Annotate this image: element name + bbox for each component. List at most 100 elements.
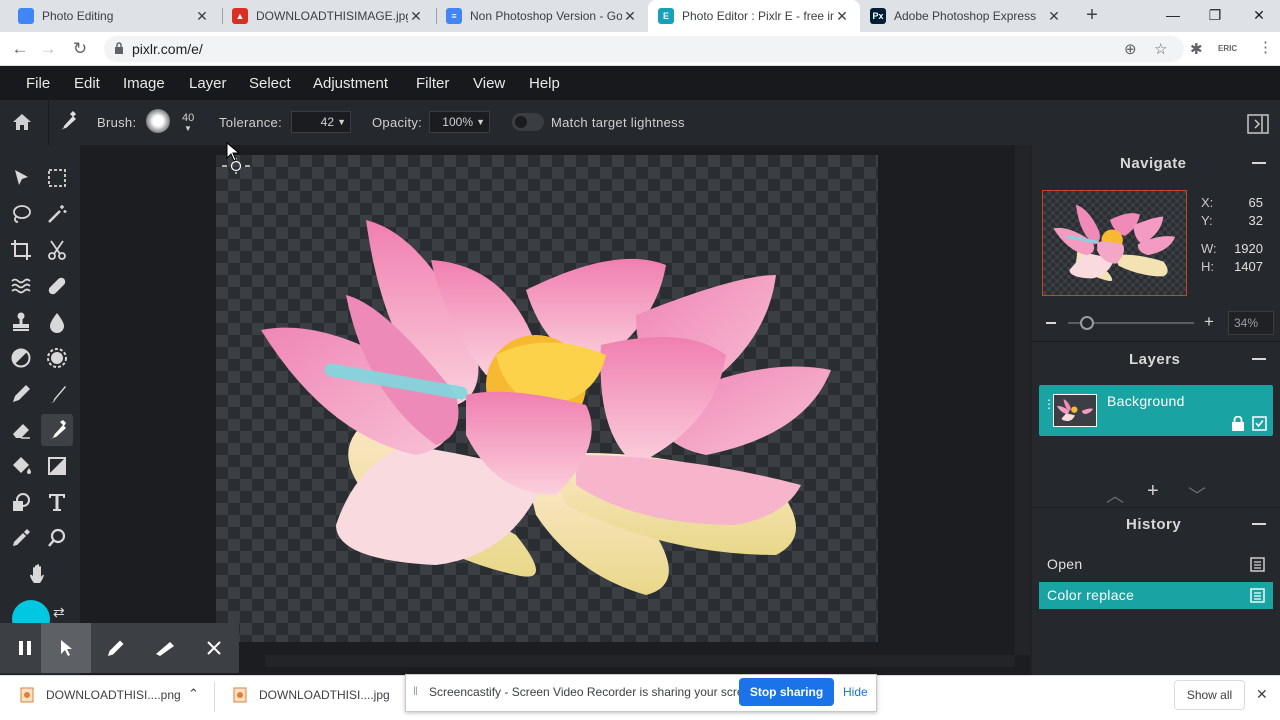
menu-adjustment[interactable]: Adjustment (313, 75, 388, 92)
image-file-icon: ▲ (232, 8, 248, 24)
zoom-tool[interactable] (41, 522, 73, 554)
new-tab-plus-icon[interactable]: + (1080, 4, 1104, 28)
window-close-icon[interactable]: ✕ (1236, 0, 1280, 32)
swap-colors-icon[interactable]: ⇄ (53, 604, 65, 621)
cutout-tool[interactable] (41, 234, 73, 266)
menu-file[interactable]: File (26, 75, 50, 92)
nav-h-label: H: (1201, 259, 1214, 274)
visibility-checkbox-icon[interactable] (1252, 416, 1267, 431)
stop-sharing-button[interactable]: Stop sharing (739, 678, 834, 706)
close-shelf-icon[interactable]: ✕ (1256, 686, 1268, 703)
collapse-minus-icon[interactable] (1252, 358, 1266, 360)
lock-icon[interactable] (1231, 416, 1245, 431)
color-replace-tool[interactable] (41, 414, 73, 446)
marquee-tool[interactable] (41, 162, 73, 194)
liquify-tool[interactable] (5, 270, 37, 302)
crop-tool[interactable] (5, 234, 37, 266)
forward-arrow-icon[interactable]: → (36, 37, 60, 61)
layer-name: Background (1107, 393, 1185, 409)
zoom-in-plus-icon[interactable]: + (1204, 312, 1214, 332)
shape-tool[interactable] (5, 486, 37, 518)
profile-label[interactable]: ERIC (1218, 44, 1237, 53)
menu-select[interactable]: Select (249, 75, 291, 92)
dodge-burn-tool[interactable] (5, 342, 37, 374)
tab-photo-editing[interactable]: Photo Editing ✕ (8, 0, 220, 32)
cursor-mode-button[interactable] (41, 623, 91, 673)
menu-image[interactable]: Image (123, 75, 165, 92)
navigator-thumbnail[interactable] (1042, 190, 1187, 296)
opacity-input[interactable]: 100% ▼ (429, 111, 490, 133)
move-layer-up-icon[interactable]: ︿ (1106, 482, 1124, 508)
text-tool[interactable] (41, 486, 73, 518)
menu-filter[interactable]: Filter (416, 75, 449, 92)
download-item-png[interactable]: DOWNLOADTHISI....png (46, 688, 181, 702)
back-arrow-icon[interactable]: ← (8, 37, 32, 61)
close-icon[interactable]: ✕ (622, 8, 638, 25)
collapse-minus-icon[interactable] (1252, 162, 1266, 164)
highlighter-button[interactable] (140, 623, 190, 673)
history-item-open[interactable]: Open (1039, 551, 1273, 578)
brush-tool[interactable] (41, 378, 73, 410)
history-item-color-replace[interactable]: Color replace (1039, 582, 1273, 609)
brush-size-value[interactable]: 40 (182, 112, 194, 124)
clone-stamp-tool[interactable] (5, 306, 37, 338)
reload-icon[interactable]: ↻ (68, 37, 92, 61)
omnibox[interactable]: pixlr.com/e/ ⊕ ☆ (104, 36, 1184, 62)
close-icon[interactable]: ✕ (834, 8, 850, 25)
show-all-downloads-button[interactable]: Show all (1174, 680, 1245, 710)
collapse-panel-icon[interactable] (1247, 114, 1269, 134)
close-toolbar-button[interactable] (189, 623, 239, 673)
tab-photoshop-express[interactable]: Px Adobe Photoshop Express ✕ (860, 0, 1072, 32)
eyedropper-tool[interactable] (5, 522, 37, 554)
menu-view[interactable]: View (473, 75, 505, 92)
image-canvas[interactable] (216, 155, 878, 642)
pencil-icon (108, 640, 124, 656)
blur-tool[interactable] (41, 306, 73, 338)
chevron-down-icon[interactable]: ▼ (184, 124, 192, 133)
pen-tool[interactable] (5, 378, 37, 410)
pen-annotate-button[interactable] (91, 623, 141, 673)
close-icon[interactable]: ✕ (1046, 8, 1062, 25)
zoom-out-minus-icon[interactable] (1046, 322, 1056, 324)
tab-pixlr-e[interactable]: E Photo Editor : Pixlr E - free ima ✕ (648, 0, 860, 32)
brush-preview[interactable] (146, 109, 170, 133)
menu-edit[interactable]: Edit (74, 75, 100, 92)
horizontal-scrollbar[interactable] (265, 655, 1015, 667)
zoom-slider-knob[interactable] (1080, 316, 1094, 330)
heal-tool[interactable] (41, 270, 73, 302)
more-menu-icon[interactable]: ⋮ (1258, 38, 1273, 56)
fill-tool[interactable] (5, 450, 37, 482)
history-item-label: Open (1047, 556, 1083, 572)
close-icon[interactable]: ✕ (194, 8, 210, 25)
zoom-magnifier-icon[interactable]: ⊕ (1124, 40, 1137, 58)
tab-downloadthisimage[interactable]: ▲ DOWNLOADTHISIMAGE.jpg - ( ✕ (222, 0, 434, 32)
hide-notice-link[interactable]: Hide (843, 685, 868, 699)
collapse-minus-icon[interactable] (1252, 523, 1266, 525)
sponge-tool[interactable] (41, 342, 73, 374)
zoom-level-input[interactable]: 34% (1228, 311, 1274, 335)
download-item-jpg[interactable]: DOWNLOADTHISI....jpg (259, 688, 390, 702)
extensions-puzzle-icon[interactable]: ✱ (1190, 40, 1203, 58)
menu-layer[interactable]: Layer (189, 75, 227, 92)
tolerance-input[interactable]: 42 ▼ (291, 111, 351, 133)
lasso-tool[interactable] (5, 198, 37, 230)
add-layer-plus-icon[interactable]: + (1147, 480, 1159, 503)
chevron-up-icon[interactable]: ⌃ (188, 686, 199, 702)
match-lightness-toggle[interactable] (512, 113, 544, 131)
hand-tool[interactable] (23, 558, 55, 590)
tab-non-photoshop-version[interactable]: ≡ Non Photoshop Version - Goo ✕ (436, 0, 648, 32)
arrange-tool[interactable] (5, 162, 37, 194)
move-layer-down-icon[interactable]: ﹀ (1188, 482, 1206, 508)
vertical-scrollbar[interactable] (1015, 145, 1030, 655)
drag-grip-icon[interactable]: ‖ (413, 684, 418, 698)
magic-wand-tool[interactable] (41, 198, 73, 230)
close-icon[interactable]: ✕ (408, 8, 424, 25)
minimize-icon[interactable]: — (1150, 0, 1196, 32)
menu-help[interactable]: Help (529, 75, 560, 92)
bookmark-star-icon[interactable]: ☆ (1154, 40, 1167, 58)
gradient-tool[interactable] (41, 450, 73, 482)
sponge-gear-icon (47, 348, 67, 368)
home-icon[interactable] (11, 111, 33, 133)
restore-icon[interactable]: ❐ (1192, 0, 1238, 32)
eraser-tool[interactable] (5, 414, 37, 446)
